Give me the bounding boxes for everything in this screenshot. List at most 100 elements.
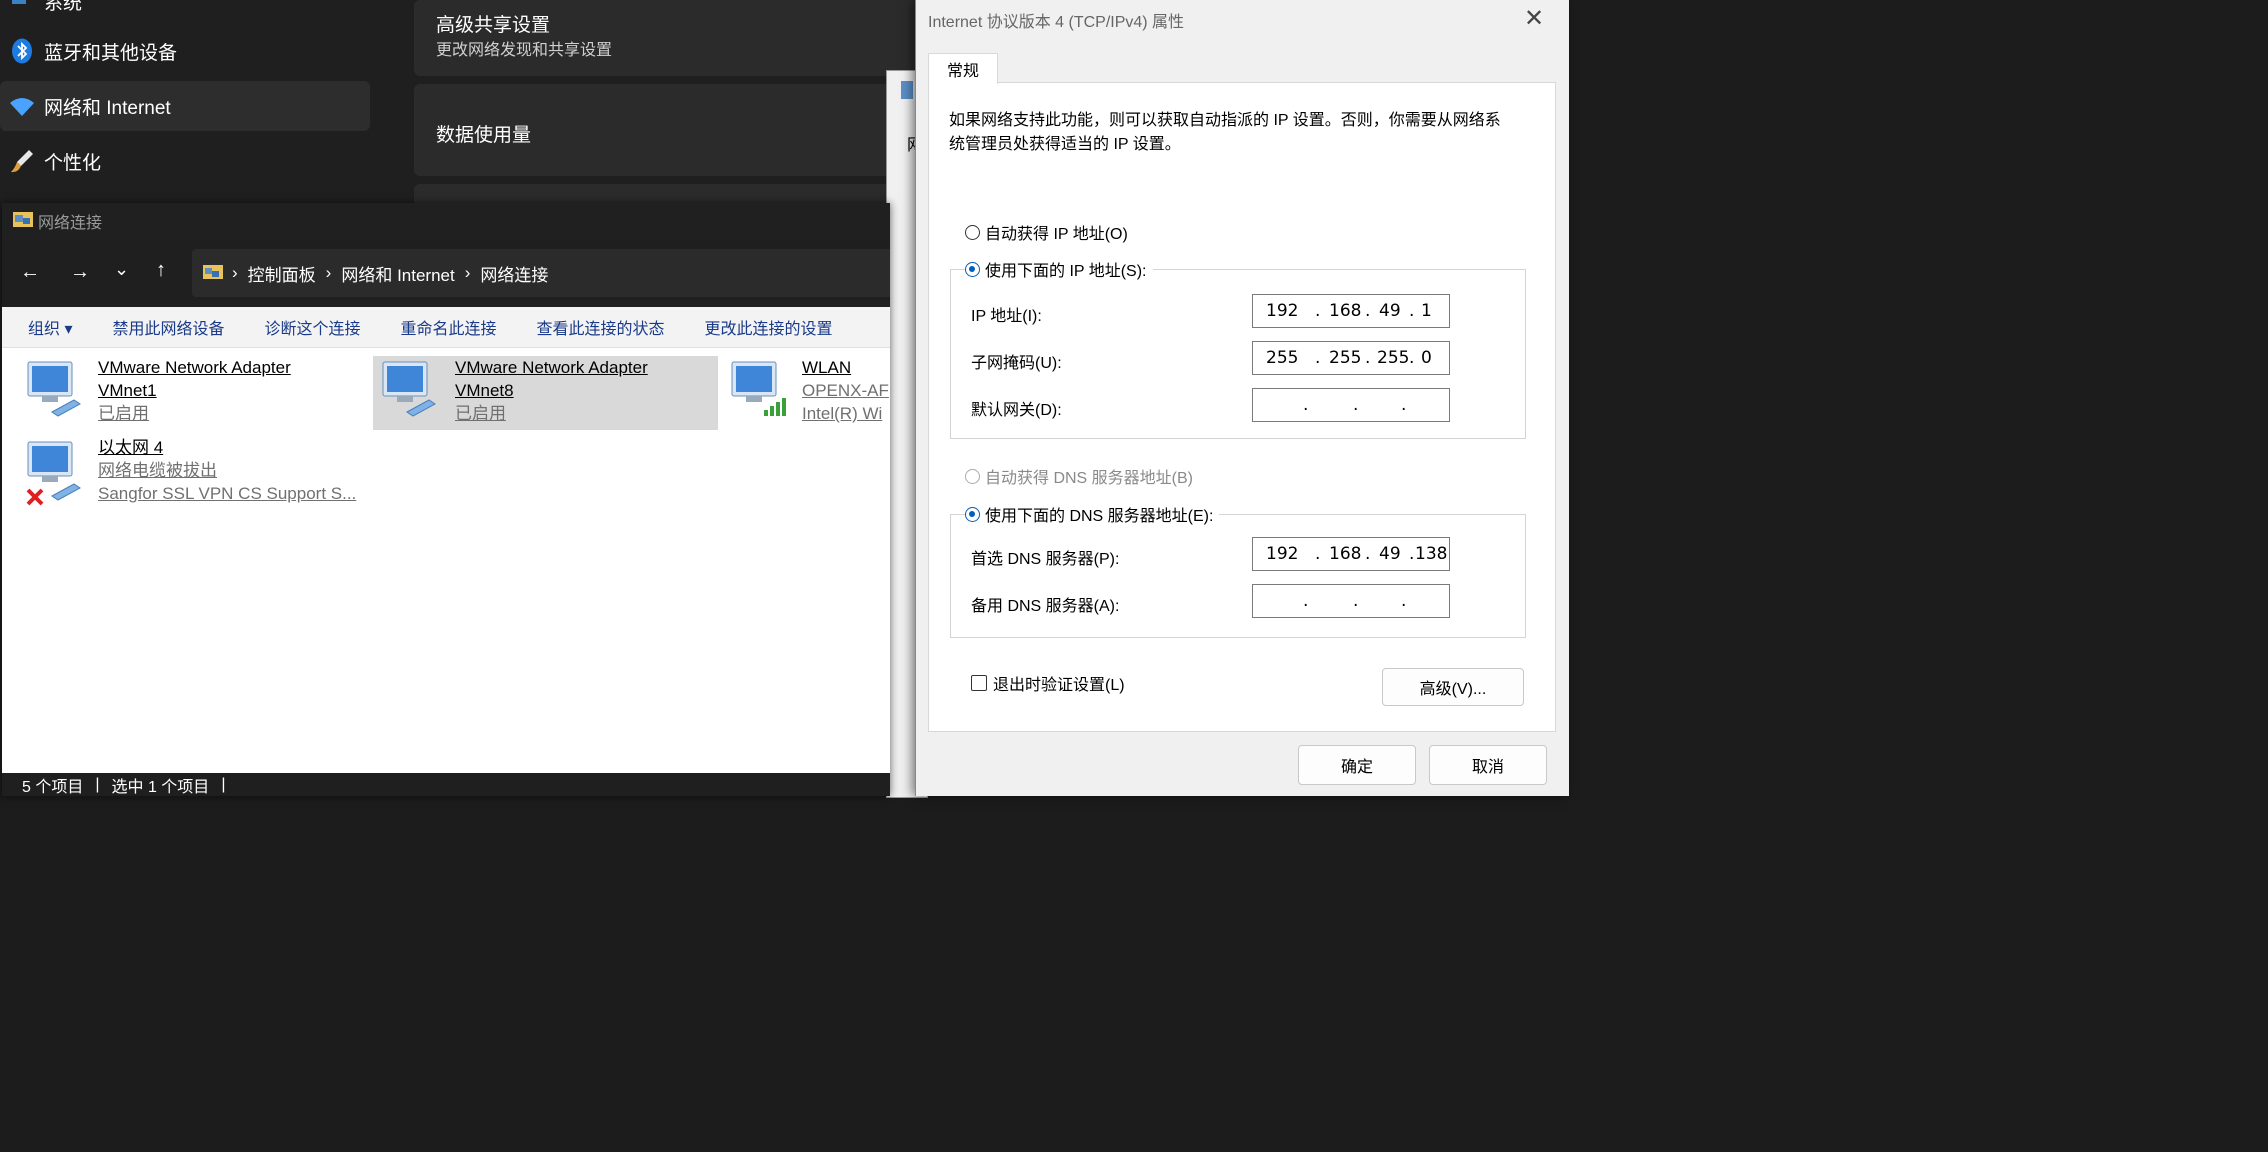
octet: 138 [1415,544,1448,564]
connection-item-ethernet4[interactable]: 以太网 4 网络电缆被拔出 Sangfor SSL VPN CS Support… [22,436,367,510]
command-bar: 组织 ▾ 禁用此网络设备 诊断这个连接 重命名此连接 查看此连接的状态 更改此连… [2,307,890,348]
connection-item-wlan[interactable]: WLAN OPENX-AF Intel(R) Wi [726,356,890,430]
dns-group-box [950,514,1526,638]
forward-arrow-icon[interactable]: → [70,261,90,284]
octet: 192 [1266,301,1299,321]
item-device: Intel(R) Wi [802,404,883,423]
alternate-dns-field[interactable]: ... [1252,584,1450,618]
nav-item-system[interactable]: 系统 [44,0,82,15]
auto-ip-radio[interactable]: 自动获得 IP 地址(O) [965,220,1128,244]
radio-label: 使用下面的 IP 地址(S): [985,263,1147,280]
advanced-button[interactable]: 高级(V)... [1382,668,1524,706]
default-gateway-label: 默认网关(D): [971,402,1062,419]
tab-general[interactable]: 常规 [928,53,998,84]
breadcrumb-separator: › [325,263,332,282]
radio-label: 使用下面的 DNS 服务器地址(E): [985,508,1214,525]
item-count: 5 个项目 [22,778,84,796]
up-arrow-icon[interactable]: ↑ [156,259,166,282]
advanced-sharing-card[interactable]: 高级共享设置 更改网络发现和共享设置 [414,0,934,76]
connection-item-vmnet1[interactable]: VMware Network Adapter VMnet1 已启用 [22,356,367,430]
validate-on-exit-checkbox[interactable]: 退出时验证设置(L) [971,671,1125,695]
nav-item-personalization[interactable]: 个性化 [0,136,370,186]
system-icon [12,0,26,4]
window-titlebar: 网络连接 [2,203,890,239]
octet: 168 [1329,544,1362,564]
octet: 1 [1421,301,1432,321]
ip-address-label: IP 地址(I): [971,308,1042,325]
octet: 49 [1379,301,1401,321]
item-name-2: VMnet8 [455,381,514,400]
checkbox-label: 退出时验证设置(L) [993,677,1125,694]
dialog-title: Internet 协议版本 4 (TCP/IPv4) 属性 [928,14,1185,31]
general-tab-panel: 如果网络支持此功能，则可以获取自动指派的 IP 设置。否则，你需要从网络系统管理… [928,82,1556,732]
network-connections-window: 网络连接 ← → ⌄ ↑ › 控制面板 › 网络和 Internet › 网络连… [2,203,890,796]
recent-chevron-icon[interactable]: ⌄ [114,259,129,280]
ok-button[interactable]: 确定 [1298,745,1416,785]
connection-item-vmnet8[interactable]: VMware Network Adapter VMnet8 已启用 [373,356,718,430]
network-adapter-icon [22,356,98,430]
disable-device-button[interactable]: 禁用此网络设备 [112,315,224,339]
manual-dns-radio[interactable]: 使用下面的 DNS 服务器地址(E): [965,502,1220,526]
data-usage-card[interactable]: 数据使用量 [414,84,934,176]
octet: 255 [1377,348,1410,368]
network-folder-icon [12,209,34,234]
item-status: 已启用 [455,404,506,423]
view-status-button[interactable]: 查看此连接的状态 [537,315,665,339]
item-device: Sangfor SSL VPN CS Support S... [98,484,357,503]
rename-button[interactable]: 重命名此连接 [401,315,497,339]
manual-ip-radio[interactable]: 使用下面的 IP 地址(S): [965,257,1153,281]
radio-label: 自动获得 IP 地址(O) [985,226,1128,243]
control-panel-icon [202,261,224,286]
ip-address-field[interactable]: 192. 168. 49. 1 [1252,294,1450,328]
default-gateway-field[interactable]: ... [1252,388,1450,422]
alternate-dns-label: 备用 DNS 服务器(A): [971,598,1120,615]
bluetooth-icon [0,38,44,64]
status-bar: 5 个项目 | 选中 1 个项目 | [2,773,890,796]
diagnose-button[interactable]: 诊断这个连接 [265,315,361,339]
nav-item-bluetooth[interactable]: 蓝牙和其他设备 [0,26,370,76]
breadcrumb-network-connections[interactable]: 网络连接 [480,261,548,286]
nav-item-label: 个性化 [44,152,102,174]
subnet-mask-label: 子网掩码(U): [971,355,1062,372]
card-title: 数据使用量 [436,125,532,146]
octet: 255 [1329,348,1362,368]
item-name: WLAN [802,358,852,377]
octet: 192 [1266,544,1299,564]
breadcrumb-network-internet[interactable]: 网络和 Internet [341,261,454,286]
description-text: 如果网络支持此功能，则可以获取自动指派的 IP 设置。否则，你需要从网络系统管理… [949,112,1501,153]
preferred-dns-label: 首选 DNS 服务器(P): [971,551,1120,568]
item-status: 已启用 [98,404,149,423]
cancel-button[interactable]: 取消 [1429,745,1547,785]
nav-item-network[interactable]: 网络和 Internet [0,81,370,131]
ipv4-properties-dialog: Internet 协议版本 4 (TCP/IPv4) 属性 ✕ 常规 如果网络支… [915,0,1569,796]
item-ssid: OPENX-AF [802,381,889,400]
preferred-dns-field[interactable]: 192. 168. 49. 138 [1252,537,1450,571]
radio-label: 自动获得 DNS 服务器地址(B) [985,470,1194,487]
breadcrumb-separator: › [464,263,471,282]
ethernet-adapter-icon [22,436,98,510]
item-name: 以太网 4 [98,438,164,457]
wifi-icon [0,95,44,117]
octet: 168 [1329,301,1362,321]
subnet-mask-field[interactable]: 255. 255. 255. 0 [1252,341,1450,375]
octet: 0 [1421,348,1432,368]
item-name-2: VMnet1 [98,381,157,400]
brush-icon [0,148,44,174]
adapter-icon [901,81,913,99]
item-status: 网络电缆被拔出 [98,461,217,480]
change-settings-button[interactable]: 更改此连接的设置 [705,315,833,339]
wifi-adapter-icon [726,356,802,430]
octet: 255 [1266,348,1299,368]
address-bar[interactable]: › 控制面板 › 网络和 Internet › 网络连接 [192,249,890,297]
close-icon[interactable]: ✕ [1524,4,1544,33]
nav-item-label: 网络和 Internet [44,97,171,119]
octet: 49 [1379,544,1401,564]
breadcrumb-control-panel[interactable]: 控制面板 [248,261,316,286]
item-name: VMware Network Adapter [98,358,291,377]
nav-item-label: 蓝牙和其他设备 [44,42,178,64]
organize-menu[interactable]: 组织 ▾ [28,315,72,339]
back-arrow-icon[interactable]: ← [20,261,40,284]
window-title: 网络连接 [38,215,103,232]
auto-dns-radio[interactable]: 自动获得 DNS 服务器地址(B) [965,464,1193,488]
card-subtitle: 更改网络发现和共享设置 [436,42,613,59]
